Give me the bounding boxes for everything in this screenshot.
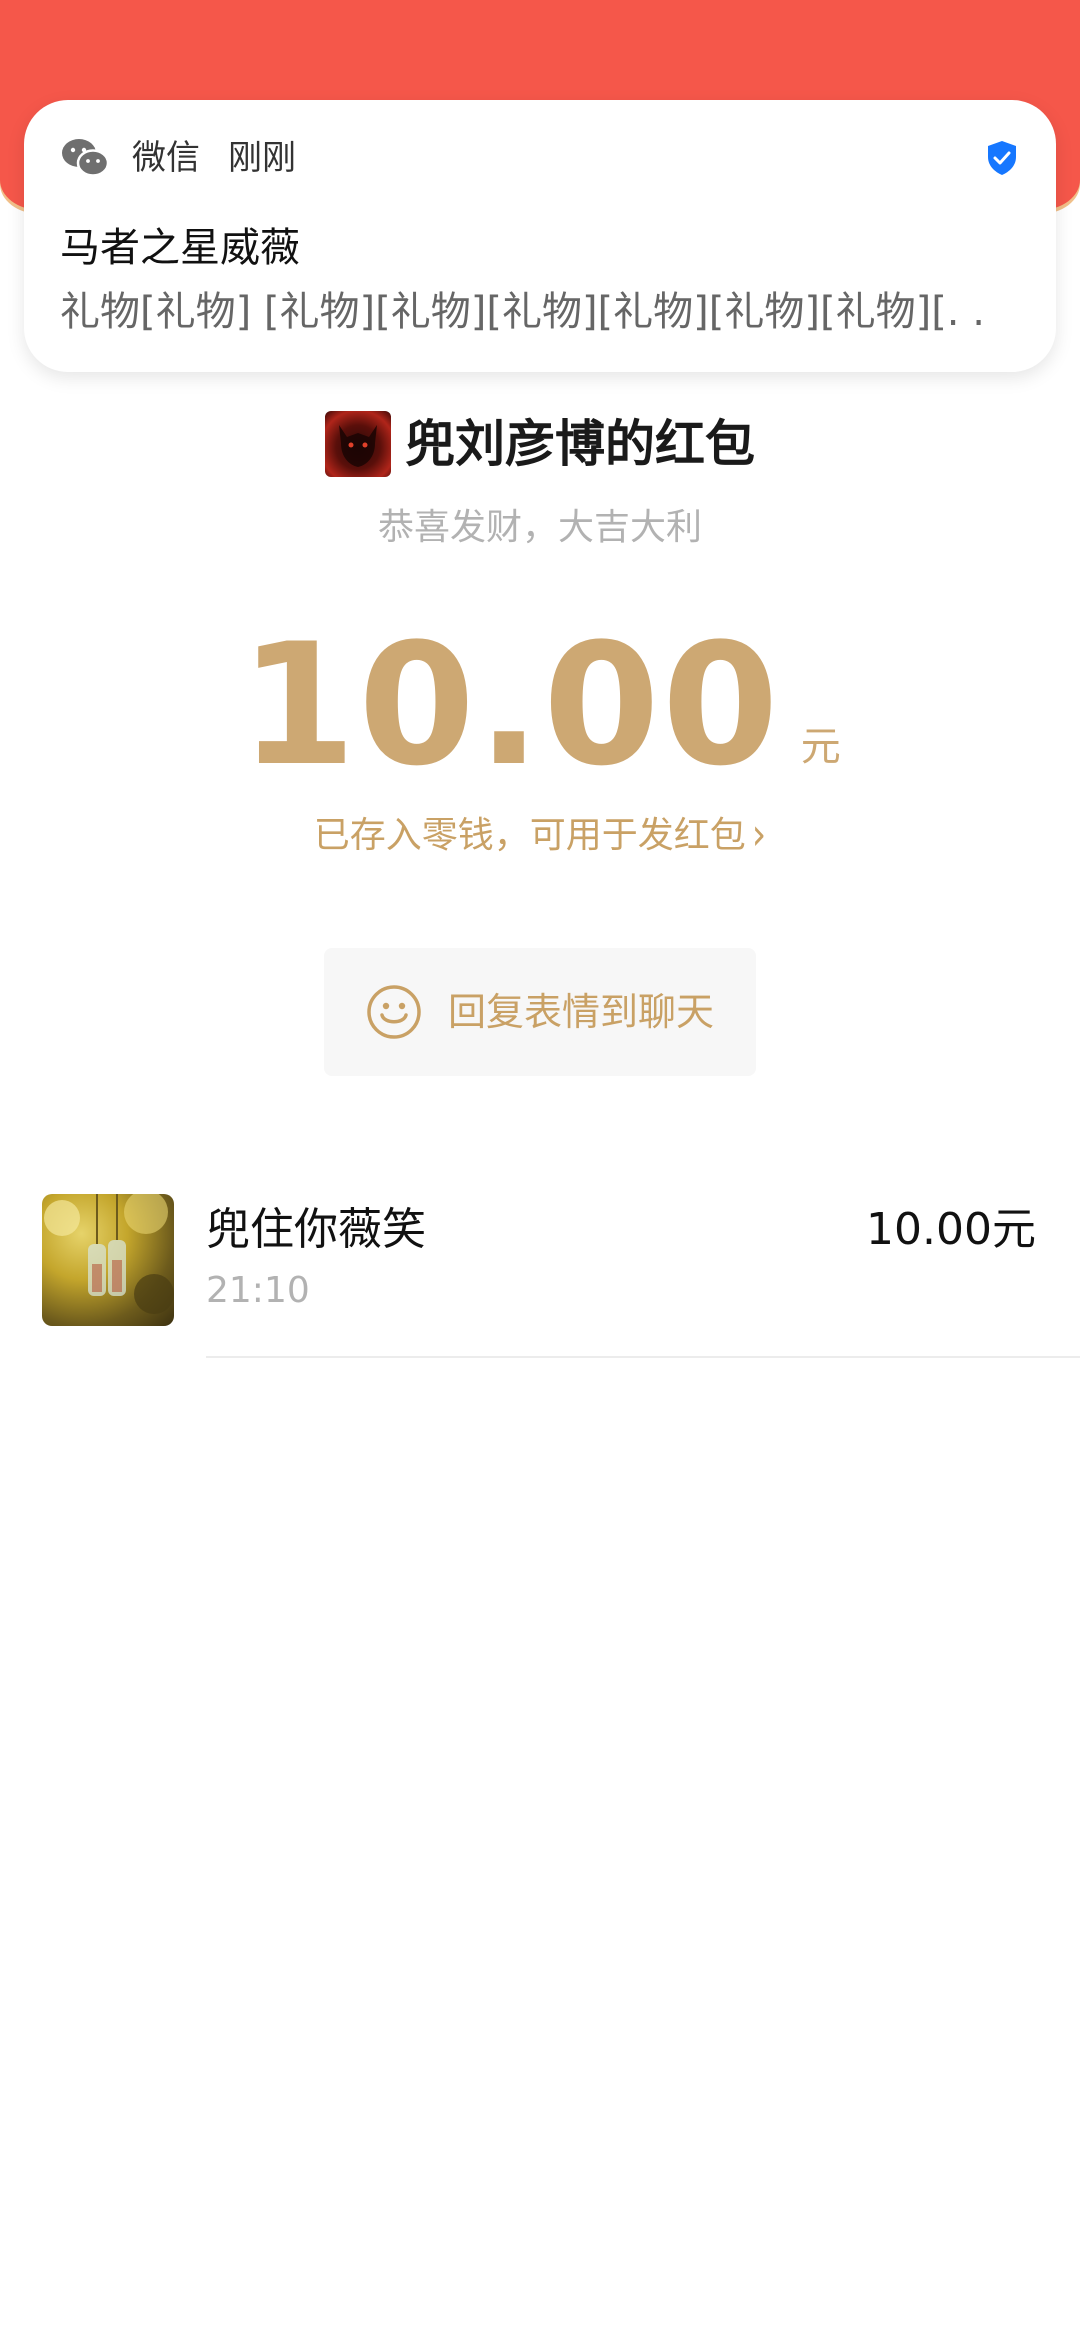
notification-time: 刚刚 [228, 138, 296, 178]
red-packet-wish: 恭喜发财，大吉大利 [377, 507, 702, 548]
red-packet-title: 兜刘彦博的红包 [405, 415, 755, 473]
red-packet-amount-unit: 元 [800, 724, 841, 770]
shield-check-icon [988, 141, 1016, 175]
receiver-amount: 10.00元 [866, 1204, 1036, 1255]
red-packet-sender-row: 兜刘彦博的红包 [0, 410, 1080, 478]
chevron-right-icon: › [751, 810, 767, 860]
divider [206, 1356, 1080, 1358]
reply-sticker-label: 回复表情到聊天 [447, 990, 714, 1034]
list-item[interactable]: 兜住你薇笑 21:10 10.00元 [0, 1180, 1080, 1358]
receiver-name: 兜住你薇笑 [206, 1204, 426, 1255]
smiley-icon [367, 985, 421, 1039]
wechat-icon [62, 139, 110, 177]
notification-title: 马者之星威薇 [60, 225, 300, 271]
receiver-avatar [42, 1194, 174, 1326]
wechat-notification[interactable]: 微信 刚刚 马者之星威薇 礼物[礼物] [礼物][礼物][礼物][礼物][礼物]… [24, 100, 1056, 372]
reply-sticker-button[interactable]: 回复表情到聊天 [324, 948, 756, 1076]
notification-body: 礼物[礼物] [礼物][礼物][礼物][礼物][礼物][礼物][. . [60, 289, 985, 335]
notification-app-name: 微信 [132, 138, 200, 178]
receiver-time: 21:10 [206, 1270, 310, 1311]
sender-avatar [325, 411, 391, 477]
red-packet-amount-row: 10.00 元 [0, 620, 1080, 790]
saved-to-change-text: 已存入零钱，可用于发红包 [313, 815, 746, 856]
red-packet-amount: 10.00 [239, 607, 781, 803]
saved-to-change-link[interactable]: 已存入零钱，可用于发红包 › [0, 808, 1080, 864]
